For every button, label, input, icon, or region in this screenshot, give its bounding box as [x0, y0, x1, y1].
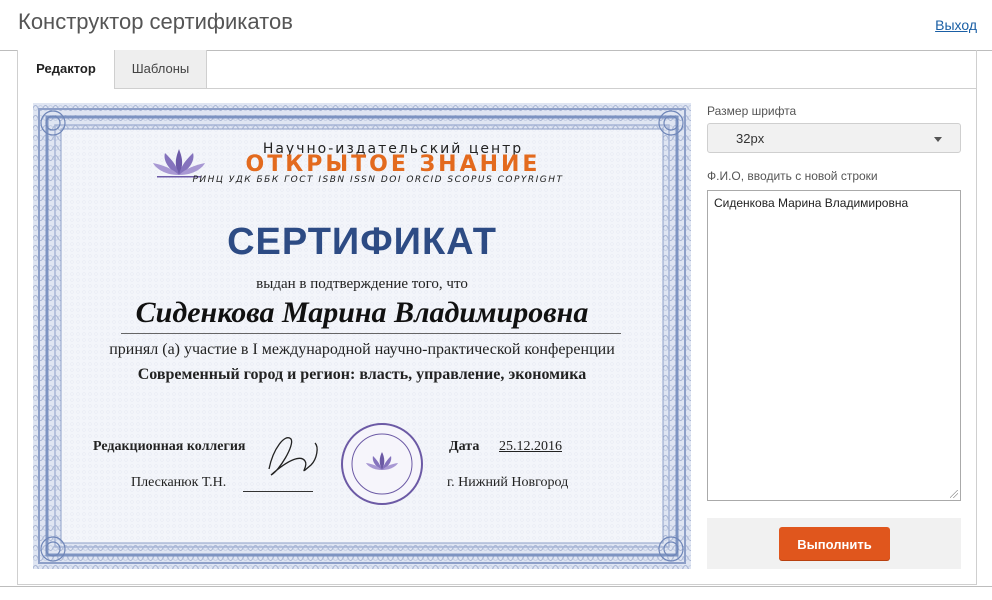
name-textarea[interactable]: Сиденкова Марина Владимировна [707, 190, 961, 501]
cert-city: г. Нижний Новгород [447, 475, 569, 490]
run-button[interactable]: Выполнить [779, 527, 890, 560]
tab-bar: Редактор Шаблоны [18, 50, 976, 89]
cert-date: 25.12.2016 [499, 439, 562, 454]
cert-issued-text: выдан в подтверждение того, что [256, 276, 468, 292]
cert-conference-name: Современный город и регион: власть, упра… [137, 366, 587, 383]
cert-recipient-name: Сиденкова Марина Владимировна [135, 296, 589, 329]
font-size-value: 32px [736, 131, 765, 146]
chevron-down-icon [934, 137, 942, 142]
app-title: Конструктор сертификатов [18, 9, 293, 34]
footer-divider [0, 586, 992, 587]
cert-services: РИНЦ УДК ББК ГОСТ ISBN ISSN DOI ORCID SC… [192, 175, 564, 185]
cert-brand: ОТКРЫТОЕ ЗНАНИЕ [245, 152, 541, 177]
tab-templates[interactable]: Шаблоны [115, 50, 207, 88]
app-header: Конструктор сертификатов Выход [0, 0, 992, 51]
action-bar: Выполнить [707, 518, 961, 569]
logout-link[interactable]: Выход [935, 17, 977, 33]
cert-signature-line [243, 491, 313, 492]
name-field-label: Ф.И.О, вводить с новой строки [707, 169, 878, 183]
cert-participation-text: принял (а) участие в I международной нау… [109, 341, 615, 358]
cert-signer-name: Плесканюк Т.Н. [131, 475, 227, 490]
name-textarea-value: Сиденкова Марина Владимировна [714, 196, 909, 210]
certificate-preview: Научно-издательский центр ОТКРЫТОЕ ЗНАНИ… [33, 103, 691, 569]
cert-title: СЕРТИФИКАТ [227, 221, 497, 263]
cert-editorial-label: Редакционная коллегия [93, 439, 246, 454]
resize-grip-icon[interactable] [950, 490, 958, 498]
tab-editor[interactable]: Редактор [18, 50, 115, 89]
font-size-label: Размер шрифта [707, 104, 797, 118]
cert-date-label: Дата [449, 439, 480, 454]
cert-name-underline [121, 333, 621, 334]
seal-stamp-icon [341, 423, 423, 505]
font-size-select[interactable]: 32px [707, 123, 961, 153]
